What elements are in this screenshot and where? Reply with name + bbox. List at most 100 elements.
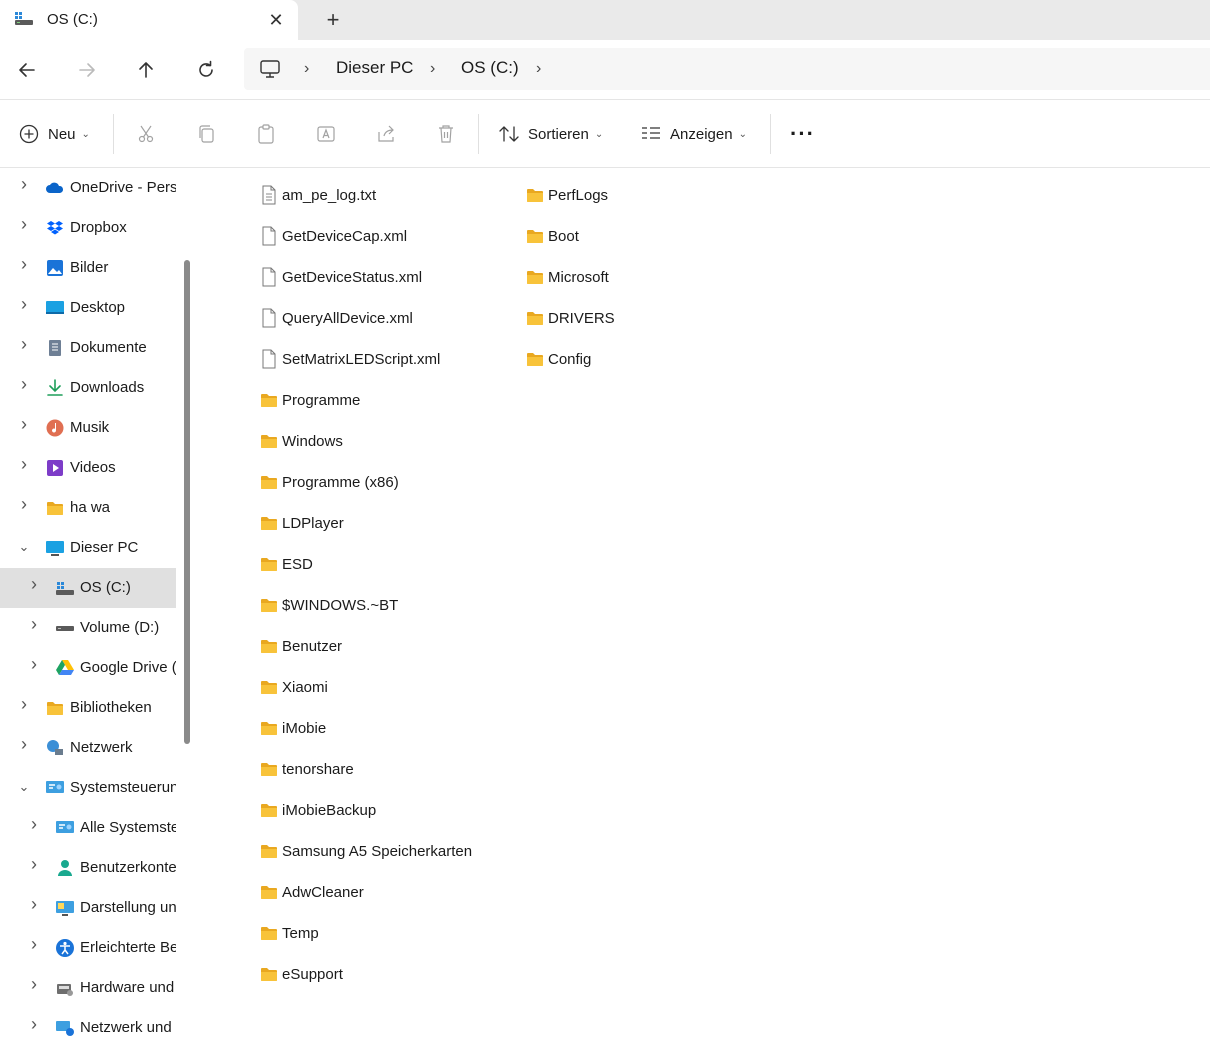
chevron-right-icon[interactable]: › [27, 975, 41, 993]
folder-item[interactable]: DRIVERS [526, 299, 766, 340]
refresh-button[interactable] [192, 56, 220, 84]
chevron-right-icon[interactable]: › [17, 375, 31, 393]
folder-item[interactable]: $WINDOWS.~BT [260, 586, 500, 627]
navigation-pane[interactable]: › OneDrive - Persönlich › Dropbox › Bilder › De… [0, 168, 196, 1037]
chevron-right-icon[interactable]: › [536, 60, 541, 78]
downloads-icon [45, 378, 65, 398]
new-button[interactable]: Neu ⌄ [18, 120, 90, 148]
copy-button[interactable] [195, 120, 217, 148]
chevron-right-icon[interactable]: › [17, 735, 31, 753]
folder-item[interactable]: Samsung A5 Speicherkarten [260, 832, 500, 873]
sidebar-item[interactable]: › Benutzerkonten [0, 848, 176, 888]
folder-item[interactable]: Temp [260, 914, 500, 955]
sidebar-item[interactable]: ⌄ Systemsteuerung [0, 768, 176, 808]
sidebar-item[interactable]: › Desktop [0, 288, 176, 328]
file-item[interactable]: GetDeviceStatus.xml [260, 258, 500, 299]
delete-button[interactable] [435, 120, 457, 148]
sidebar-item[interactable]: › OneDrive - Persönlich [0, 168, 176, 208]
address-bar[interactable]: › Dieser PC › OS (C:) › [244, 48, 1210, 90]
folder-item[interactable]: iMobie [260, 709, 500, 750]
folder-item[interactable]: LDPlayer [260, 504, 500, 545]
sidebar-item[interactable]: › Videos [0, 448, 176, 488]
sidebar-item[interactable]: › Dokumente [0, 328, 176, 368]
folder-item[interactable]: tenorshare [260, 750, 500, 791]
chevron-right-icon[interactable]: › [27, 935, 41, 953]
sidebar-item[interactable]: › Bilder [0, 248, 176, 288]
sidebar-item[interactable]: › ha wa [0, 488, 176, 528]
more-options-button[interactable]: ··· [790, 120, 815, 148]
chevron-right-icon[interactable]: › [430, 60, 435, 78]
sort-button[interactable]: Sortieren ⌄ [498, 120, 603, 148]
chevron-right-icon[interactable]: › [17, 175, 31, 193]
chevron-down-icon[interactable]: ⌄ [17, 540, 31, 554]
chevron-right-icon[interactable]: › [27, 815, 41, 833]
folder-item[interactable]: Programme (x86) [260, 463, 500, 504]
file-item[interactable]: am_pe_log.txt [260, 176, 500, 217]
folder-item[interactable]: Benutzer [260, 627, 500, 668]
file-item[interactable]: QueryAllDevice.xml [260, 299, 500, 340]
sidebar-item[interactable]: › Netzwerk [0, 728, 176, 768]
sidebar-item[interactable]: › Hardware und Sound [0, 968, 176, 1008]
chevron-right-icon[interactable]: › [17, 415, 31, 433]
folder-item[interactable]: Microsoft [526, 258, 766, 299]
cut-button[interactable] [135, 120, 157, 148]
sidebar-item[interactable]: › Darstellung und Anpassung [0, 888, 176, 928]
tab-os-c[interactable]: OS (C:) ✕ [0, 0, 298, 40]
sidebar-item[interactable]: › Musik [0, 408, 176, 448]
sidebar-item[interactable]: › OS (C:) [0, 568, 176, 608]
breadcrumb-dieser-pc[interactable]: Dieser PC [336, 58, 413, 78]
file-item[interactable]: SetMatrixLEDScript.xml [260, 340, 500, 381]
folder-item[interactable]: eSupport [260, 955, 500, 996]
breadcrumb-os-c[interactable]: OS (C:) [461, 58, 519, 78]
chevron-right-icon[interactable]: › [27, 575, 41, 593]
sidebar-scrollbar[interactable] [184, 260, 190, 744]
chevron-right-icon[interactable]: › [27, 1015, 41, 1033]
sidebar-item[interactable]: › Downloads [0, 368, 176, 408]
new-tab-button[interactable]: + [320, 8, 346, 34]
chevron-right-icon[interactable]: › [304, 60, 309, 78]
chevron-right-icon[interactable]: › [27, 895, 41, 913]
chevron-right-icon[interactable]: › [17, 335, 31, 353]
share-button[interactable] [375, 120, 397, 148]
folder-item[interactable]: iMobieBackup [260, 791, 500, 832]
sidebar-item[interactable]: ⌄ Dieser PC [0, 528, 176, 568]
chevron-down-icon[interactable]: ⌄ [17, 780, 31, 794]
folder-item[interactable]: Config [526, 340, 766, 381]
forward-button[interactable] [73, 56, 101, 84]
file-item[interactable]: GetDeviceCap.xml [260, 217, 500, 258]
folder-item[interactable]: Boot [526, 217, 766, 258]
folder-item[interactable]: PerfLogs [526, 176, 766, 217]
folder-item[interactable]: Windows [260, 422, 500, 463]
sidebar-item[interactable]: › Netzwerk und Internet [0, 1008, 176, 1037]
folder-icon [526, 185, 544, 205]
sidebar-item[interactable]: › Volume (D:) [0, 608, 176, 648]
close-tab-button[interactable]: ✕ [264, 8, 288, 32]
folder-item[interactable]: AdwCleaner [260, 873, 500, 914]
sidebar-item[interactable]: › Bibliotheken [0, 688, 176, 728]
chevron-right-icon[interactable]: › [27, 615, 41, 633]
back-button[interactable] [13, 56, 41, 84]
file-name: GetDeviceStatus.xml [282, 269, 423, 286]
view-button[interactable]: Anzeigen ⌄ [640, 120, 747, 148]
rename-button[interactable] [315, 120, 337, 148]
paste-button[interactable] [255, 120, 277, 148]
chevron-right-icon[interactable]: › [27, 655, 41, 673]
sidebar-item[interactable]: › Erleichterte Bedienung [0, 928, 176, 968]
folder-item[interactable]: Xiaomi [260, 668, 500, 709]
up-button[interactable] [132, 56, 160, 84]
folder-item[interactable]: ESD [260, 545, 500, 586]
share-icon [378, 125, 394, 142]
chevron-right-icon[interactable]: › [17, 495, 31, 513]
chevron-right-icon[interactable]: › [17, 455, 31, 473]
chevron-right-icon[interactable]: › [17, 695, 31, 713]
file-list[interactable]: am_pe_log.txt GetDeviceCap.xml GetDeviceSt… [196, 168, 1210, 1037]
sidebar-item[interactable]: › Alle Systemsteuerungselemente [0, 808, 176, 848]
folder-icon [260, 472, 278, 492]
chevron-right-icon[interactable]: › [17, 215, 31, 233]
sidebar-item[interactable]: › Dropbox [0, 208, 176, 248]
chevron-right-icon[interactable]: › [17, 255, 31, 273]
folder-item[interactable]: Programme [260, 381, 500, 422]
chevron-right-icon[interactable]: › [27, 855, 41, 873]
chevron-right-icon[interactable]: › [17, 295, 31, 313]
sidebar-item[interactable]: › Google Drive ( [0, 648, 176, 688]
